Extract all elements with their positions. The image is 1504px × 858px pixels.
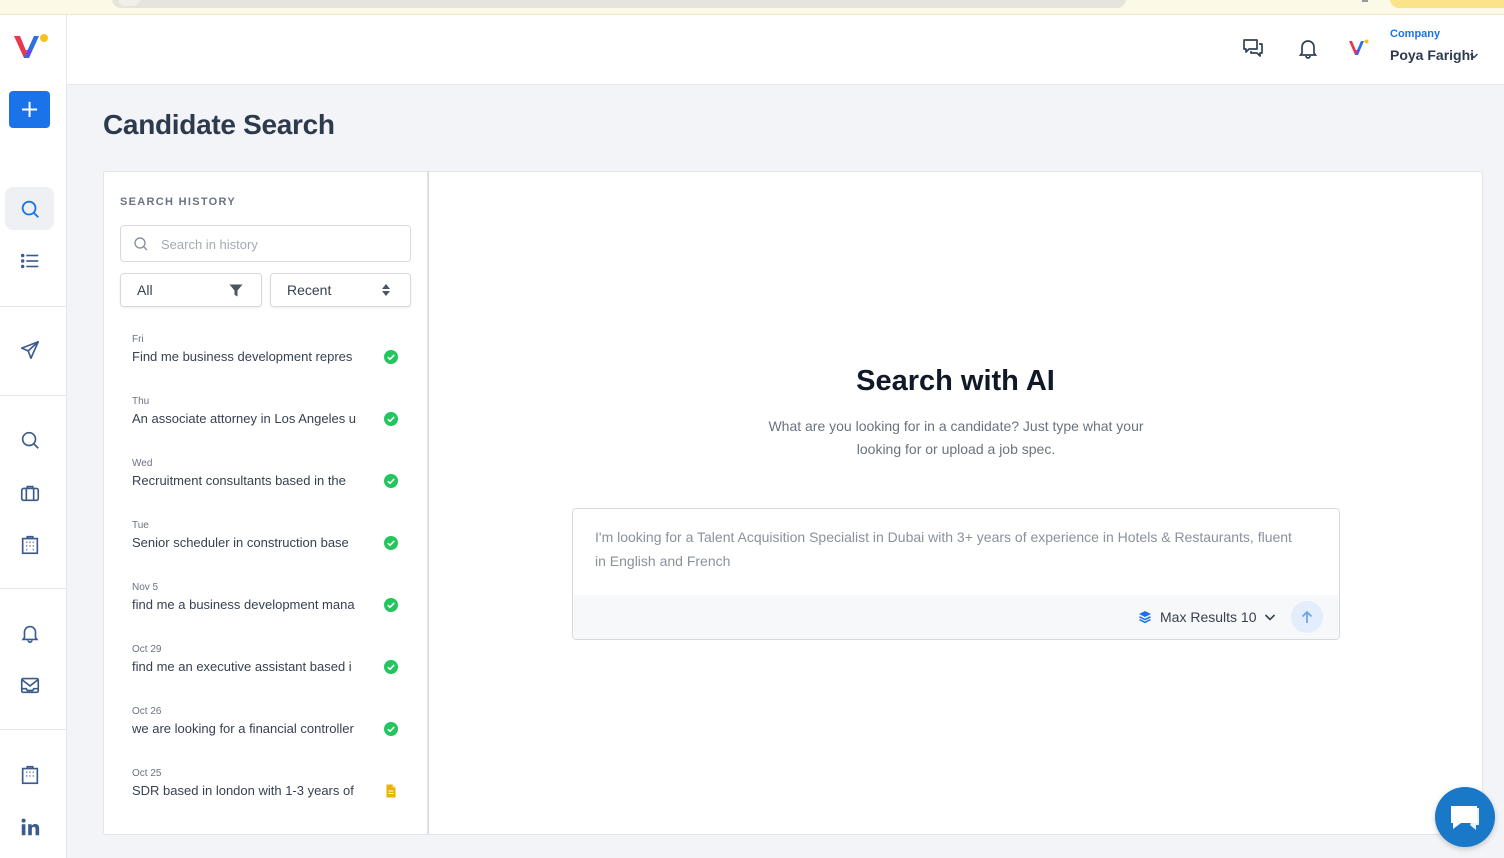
- prompt-footer: Max Results 10: [573, 595, 1339, 639]
- history-item-date: Thu: [132, 396, 150, 407]
- page-title: Candidate Search: [103, 109, 335, 140]
- sidebar-item-candidate-search[interactable]: [5, 187, 54, 230]
- filter-select-value: All: [137, 282, 153, 298]
- banner-tick: [1362, 0, 1368, 2]
- ai-search-subtitle: What are you looking for in a candidate?…: [768, 418, 1144, 457]
- search-history-title: SEARCH HISTORY: [120, 196, 236, 208]
- check-circle-icon: [384, 660, 398, 674]
- check-circle-icon: [384, 412, 398, 426]
- sidebar: +: [0, 15, 67, 858]
- company-label: Company: [1390, 28, 1441, 40]
- history-item-query: we are looking for a financial controlle…: [132, 721, 354, 736]
- app-logo[interactable]: [11, 28, 51, 64]
- search-icon: [21, 200, 39, 218]
- max-results-label: Max Results 10: [1160, 609, 1257, 625]
- history-item-date: Oct 29: [132, 644, 162, 655]
- check-circle-icon: [384, 350, 398, 364]
- prompt-box: Max Results 10: [572, 508, 1340, 640]
- sidebar-divider: [0, 729, 66, 730]
- user-name[interactable]: Poya Farighi: [1390, 47, 1474, 63]
- top-header: Company Poya Farighi: [67, 15, 1504, 85]
- briefcase-icon: [20, 485, 39, 501]
- history-item-date: Wed: [132, 458, 153, 469]
- sidebar-divider: [0, 395, 66, 396]
- history-item-date: Fri: [132, 334, 144, 345]
- history-item-date: Oct 26: [132, 706, 162, 717]
- banner-action-button[interactable]: [1390, 0, 1504, 8]
- ai-search-panel: Search with AI What are you looking for …: [428, 171, 1483, 835]
- sidebar-item-outreach[interactable]: [5, 328, 54, 371]
- history-item-query: find me a business development mana: [132, 597, 355, 612]
- search-icon: [134, 237, 148, 251]
- filter-icon: [229, 284, 243, 297]
- bell-icon: [20, 625, 39, 643]
- check-circle-icon: [384, 536, 398, 550]
- ai-search-heading: Search with AI: [856, 365, 1055, 397]
- check-circle-icon: [384, 722, 398, 736]
- support-chat-button[interactable]: [1435, 787, 1495, 847]
- chat-icon[interactable]: [1241, 36, 1265, 60]
- search-history-panel: SEARCH HISTORY All Recent Fri Find me bu…: [103, 171, 428, 835]
- sidebar-divider: [0, 588, 66, 589]
- sidebar-item-linkedin[interactable]: [5, 805, 54, 848]
- history-search-input[interactable]: [161, 234, 401, 254]
- arrow-up-icon: [1301, 610, 1313, 623]
- history-item-query: Recruitment consultants based in the: [132, 473, 346, 488]
- new-button[interactable]: +: [9, 91, 50, 128]
- sidebar-item-search[interactable]: [5, 418, 54, 461]
- history-item[interactable]: Fri Find me business development repres: [132, 334, 412, 374]
- history-item-date: Nov 5: [132, 582, 159, 593]
- check-circle-icon: [384, 474, 398, 488]
- browser-banner: [0, 0, 1504, 15]
- history-search-field[interactable]: [120, 225, 411, 262]
- sidebar-item-organization[interactable]: [5, 753, 54, 796]
- sidebar-item-jobs[interactable]: [5, 471, 54, 514]
- layers-icon: [1139, 611, 1151, 624]
- sidebar-divider: [0, 306, 66, 307]
- linkedin-icon: [21, 818, 39, 835]
- history-item[interactable]: Oct 29 find me an executive assistant ba…: [132, 644, 412, 684]
- chevron-down-icon[interactable]: [1469, 52, 1479, 60]
- building-icon: [21, 535, 38, 554]
- sort-select-value: Recent: [287, 282, 332, 298]
- notification-bell-icon[interactable]: [1296, 36, 1320, 60]
- sidebar-item-lists[interactable]: [5, 239, 54, 282]
- max-results-dropdown[interactable]: Max Results 10: [1138, 607, 1276, 627]
- filter-select[interactable]: All: [120, 273, 262, 307]
- company-logo: [1347, 37, 1369, 57]
- building-icon: [21, 765, 38, 784]
- chat-bubble-icon: [1451, 806, 1479, 830]
- prompt-input[interactable]: [595, 525, 1305, 581]
- list-icon: [20, 253, 38, 268]
- sidebar-item-alerts[interactable]: [5, 611, 54, 654]
- history-item[interactable]: Oct 26 we are looking for a financial co…: [132, 706, 412, 746]
- history-item-query: find me an executive assistant based i: [132, 659, 352, 674]
- history-item-query: Senior scheduler in construction base: [132, 535, 349, 550]
- history-item[interactable]: Oct 25 SDR based in london with 1-3 year…: [132, 768, 412, 808]
- check-circle-icon: [384, 598, 398, 612]
- history-item-query: An associate attorney in Los Angeles u: [132, 411, 357, 426]
- history-item[interactable]: Wed Recruitment consultants based in the: [132, 458, 412, 498]
- banner-address-bar: [112, 0, 1126, 8]
- history-item-query: Find me business development repres: [132, 349, 353, 364]
- send-button[interactable]: [1291, 601, 1323, 633]
- mail-icon: [20, 677, 39, 693]
- sidebar-item-companies[interactable]: [5, 523, 54, 566]
- history-item-query: SDR based in london with 1-3 years of: [132, 783, 354, 798]
- sidebar-item-inbox[interactable]: [5, 663, 54, 706]
- send-icon: [20, 340, 39, 359]
- sort-select[interactable]: Recent: [270, 273, 411, 307]
- chevron-down-icon: [1265, 614, 1276, 621]
- sort-arrows-icon: [382, 284, 390, 296]
- history-item-date: Oct 25: [132, 768, 162, 779]
- history-item-date: Tue: [132, 520, 149, 531]
- history-item[interactable]: Thu An associate attorney in Los Angeles…: [132, 396, 412, 436]
- search-icon: [21, 431, 39, 449]
- history-item[interactable]: Nov 5 find me a business development man…: [132, 582, 412, 622]
- history-item[interactable]: Tue Senior scheduler in construction bas…: [132, 520, 412, 560]
- document-icon: [386, 784, 396, 798]
